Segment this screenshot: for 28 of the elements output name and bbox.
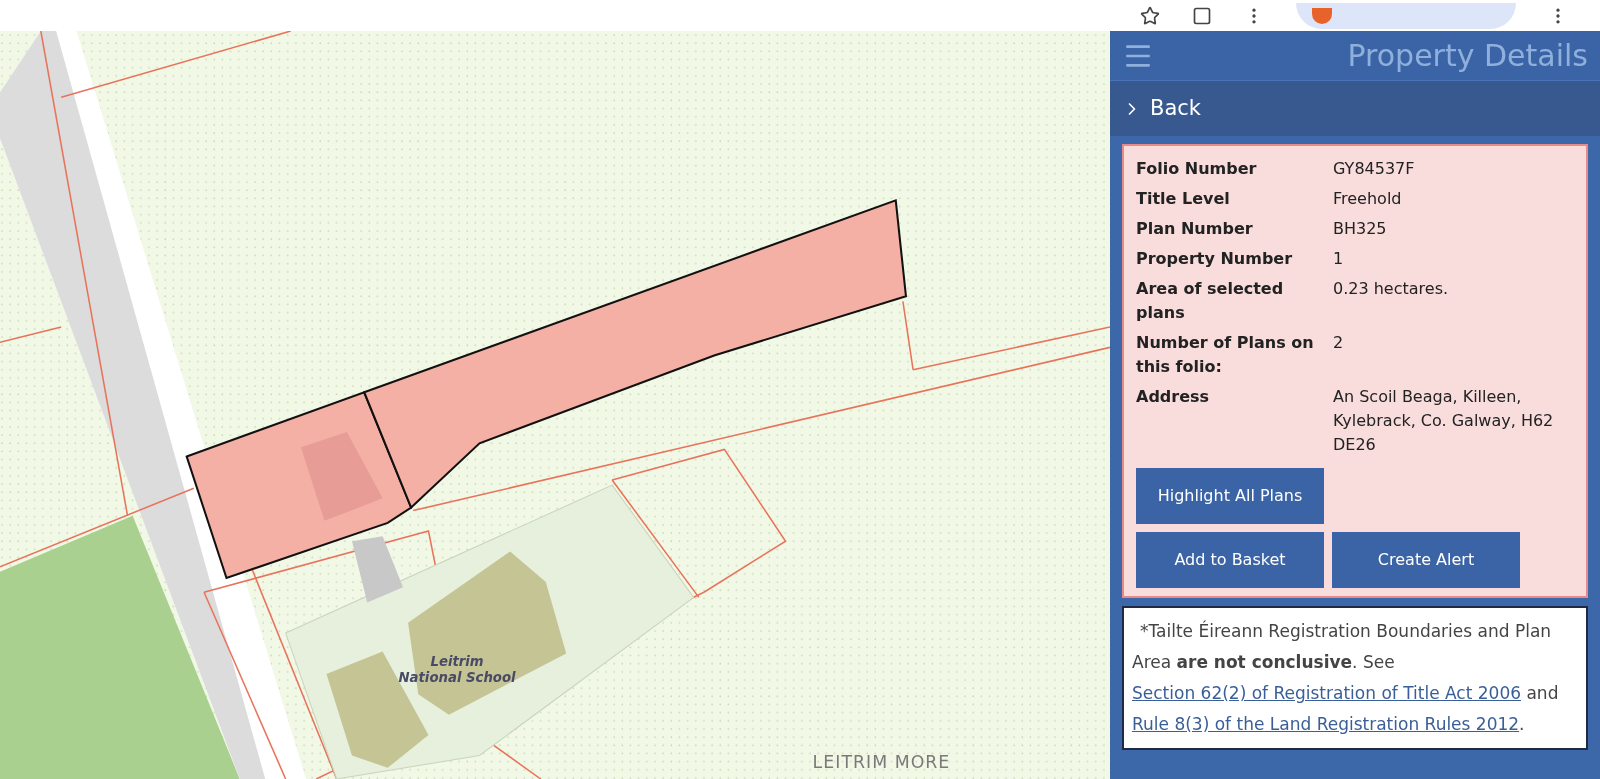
detail-value: 0.23 hectares. — [1333, 278, 1450, 300]
detail-label: Number of Plans on this folio: — [1136, 332, 1315, 378]
legal-link[interactable]: Rule 8(3) of the Land Registration Rules 2012 — [1132, 714, 1520, 734]
detail-value: 1 — [1333, 248, 1345, 270]
detail-label: Plan Number — [1136, 218, 1254, 240]
action-button[interactable]: Create Alert — [1332, 532, 1520, 588]
detail-label: Title Level — [1136, 188, 1231, 210]
profile-chip[interactable] — [1296, 2, 1516, 29]
action-button[interactable]: Highlight All Plans — [1136, 468, 1324, 524]
detail-value: GY84537F — [1333, 158, 1416, 180]
legal-link[interactable]: Section 62(2) of Registration of Title Act 2006 — [1132, 683, 1522, 703]
detail-value: BH325 — [1333, 218, 1388, 240]
bookmark-star-icon[interactable] — [1140, 5, 1160, 26]
back-link[interactable]: Back — [1110, 81, 1600, 136]
detail-label: Folio Number — [1136, 158, 1258, 180]
tab-square-icon[interactable] — [1192, 5, 1212, 26]
building — [352, 536, 403, 603]
avatar-icon — [1312, 7, 1332, 24]
townland-label: LEITRIM MORE — [812, 751, 951, 772]
detail-label: Property Number — [1136, 248, 1294, 270]
panel-title: Property Details — [1347, 37, 1588, 75]
detail-value: An Scoil Beaga, Killeen, Kylebrack, Co. Galway, H62 DE26 — [1333, 386, 1555, 456]
disclaimer-text: *Tailte Éireann Registration Boundaries and Plan Area are not conclusive. See Section 62(2) of Registration of Title Act 2006 and Rule 8(3) of the Land Registration Rules 2012. — [1132, 619, 1560, 736]
detail-value: Freehold — [1333, 188, 1403, 210]
detail-label: Address — [1136, 386, 1211, 408]
detail-label: Area of selected plans — [1136, 278, 1285, 324]
detail-value: 2 — [1333, 332, 1345, 354]
action-button[interactable]: Add to Basket — [1136, 532, 1324, 588]
